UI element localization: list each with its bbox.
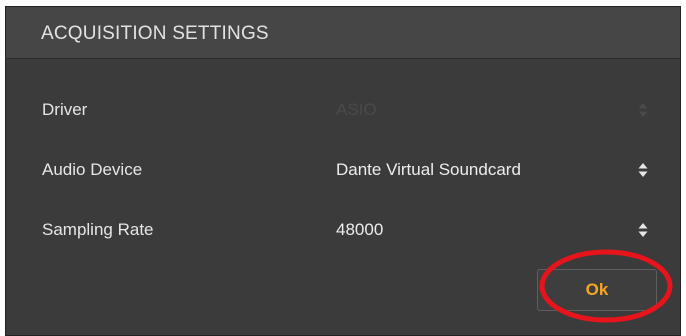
sampling-rate-row: Sampling Rate 48000 (6, 210, 680, 250)
audio-device-select[interactable]: Dante Virtual Soundcard (336, 150, 666, 190)
audio-device-value: Dante Virtual Soundcard (336, 160, 521, 179)
sort-updown-icon (638, 102, 648, 118)
sampling-rate-label: Sampling Rate (42, 220, 154, 239)
ok-button[interactable]: Ok (537, 269, 657, 311)
sampling-rate-value: 48000 (336, 220, 384, 239)
sampling-rate-select[interactable]: 48000 (336, 210, 666, 250)
audio-device-row: Audio Device Dante Virtual Soundcard (6, 150, 680, 190)
audio-device-label: Audio Device (42, 160, 143, 179)
driver-label: Driver (42, 100, 88, 119)
dialog-title: ACQUISITION SETTINGS (41, 23, 269, 44)
sort-updown-icon[interactable] (638, 162, 648, 178)
dialog-header: ACQUISITION SETTINGS (6, 7, 680, 59)
driver-select: ASIO (336, 90, 666, 130)
acquisition-settings-dialog: ACQUISITION SETTINGS Driver ASIO Audio D… (5, 6, 681, 336)
sort-updown-icon[interactable] (638, 222, 648, 238)
driver-value: ASIO (336, 100, 377, 119)
driver-row: Driver ASIO (6, 90, 680, 130)
